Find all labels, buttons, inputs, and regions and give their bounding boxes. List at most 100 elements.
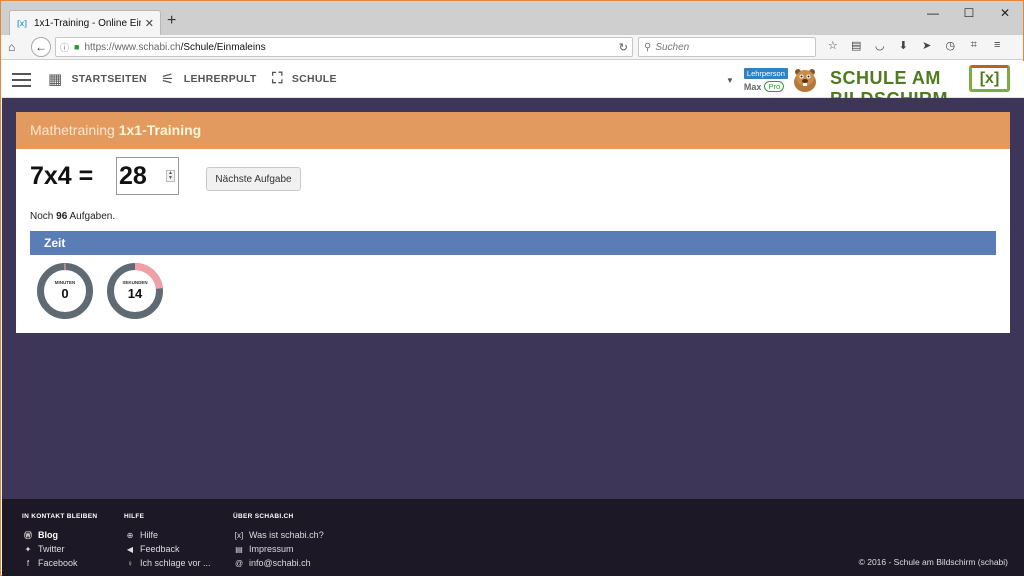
- window-controls: — ☐ ✕: [915, 1, 1023, 25]
- twitter-icon: ✦: [24, 544, 32, 554]
- navigation-bar: ⌂ ← ⓘ ■ https://www.schabi.ch/Schule/Ein…: [1, 35, 1023, 60]
- user-role-badge: Lehrperson: [743, 68, 788, 79]
- title-bar: [x] 1x1-Training - Online Einmal ✕ + — ☐…: [1, 1, 1023, 35]
- url-host: https://www.schabi.ch: [84, 41, 181, 53]
- math-equation: 7x4 =: [30, 162, 94, 190]
- footer-link-label: Twitter: [38, 544, 65, 554]
- layout-icon: ▦: [48, 71, 63, 88]
- minutes-label: MINUTEN: [54, 280, 76, 285]
- url-path: /Schule/Einmaleins: [180, 41, 266, 53]
- info-icon[interactable]: ⓘ: [60, 41, 69, 54]
- footer-link-label: Impressum: [249, 544, 294, 554]
- send-icon[interactable]: ➤: [915, 39, 939, 52]
- footer-link-facebook[interactable]: f Facebook: [22, 556, 97, 570]
- footer-link-blog[interactable]: Ⓦ Blog: [22, 528, 97, 542]
- facebook-icon: f: [26, 558, 30, 568]
- remaining-count: 96: [56, 211, 68, 222]
- card-header: Mathetraining 1x1-Training: [16, 112, 1010, 149]
- seconds-label: SEKUNDEN: [122, 280, 148, 285]
- next-task-button[interactable]: Nächste Aufgabe: [206, 167, 301, 191]
- wordpress-icon: Ⓦ: [24, 530, 32, 540]
- footer-contact: IN KONTAKT BLEIBEN Ⓦ Blog ✦ Twitter f Faceb…: [22, 513, 97, 570]
- brand-logo[interactable]: [x]: [969, 65, 1010, 92]
- lightbulb-icon: ♀: [127, 558, 133, 568]
- url-text[interactable]: https://www.schabi.ch/Schule/Einmaleins: [84, 42, 618, 53]
- site-header: ▦ STARTSEITEN ⚟ LEHRERPULT ⛶ SCHULE ▼ Le…: [2, 61, 1024, 109]
- brand-icon: [x]: [234, 530, 244, 540]
- home-icon[interactable]: ⌂: [8, 40, 15, 54]
- footer-link-label: Was ist schabi.ch?: [249, 530, 324, 540]
- plan-badge: Pro: [764, 81, 785, 92]
- search-input[interactable]: [655, 41, 796, 53]
- footer-link-label: Feedback: [140, 544, 180, 554]
- footer-link-email[interactable]: @ info@schabi.ch: [233, 556, 324, 570]
- nav-startseiten-label: STARTSEITEN: [71, 73, 147, 85]
- toolbar-icons: ☆ ▤ ◡ ⬇ ➤ ◷ ⌗ ≡: [821, 39, 1009, 52]
- star-icon[interactable]: ☆: [821, 39, 845, 52]
- minutes-value: 0: [61, 286, 69, 301]
- footer-link-twitter[interactable]: ✦ Twitter: [22, 542, 97, 556]
- training-category: Mathetraining: [30, 122, 115, 138]
- browser-tab[interactable]: [x] 1x1-Training - Online Einmal ✕: [9, 10, 161, 35]
- lamp-icon: ⚟: [161, 71, 175, 88]
- site-footer: IN KONTAKT BLEIBEN Ⓦ Blog ✦ Twitter f Faceb…: [2, 499, 1024, 576]
- chevron-down-icon: ▼: [726, 75, 734, 85]
- favicon-icon: [x]: [17, 18, 27, 28]
- nav-lehrerpult[interactable]: ⚟ LEHRERPULT: [161, 70, 257, 88]
- browser-window: [x] 1x1-Training - Online Einmal ✕ + — ☐…: [0, 0, 1024, 576]
- footer-link-label: Facebook: [38, 558, 78, 568]
- document-icon: ▤: [235, 544, 243, 554]
- close-window-icon[interactable]: ✕: [987, 1, 1023, 25]
- minimize-icon[interactable]: —: [915, 1, 951, 25]
- lock-icon: ■: [74, 42, 80, 52]
- maximize-icon[interactable]: ☐: [951, 1, 987, 25]
- nav-schule-label: SCHULE: [291, 72, 337, 85]
- back-icon[interactable]: ←: [31, 37, 51, 57]
- globe-icon: ⊕: [126, 530, 134, 540]
- footer-link-impressum[interactable]: ▤ Impressum: [233, 542, 324, 556]
- nav-schule[interactable]: ⛶ SCHULE: [272, 70, 337, 87]
- beaver-mascot-icon: [794, 69, 816, 92]
- extension-icon[interactable]: ⌗: [962, 39, 986, 52]
- hamburger-menu-icon[interactable]: [12, 73, 31, 91]
- close-tab-icon[interactable]: ✕: [145, 17, 154, 30]
- number-spinner-icon[interactable]: ▲ ▼: [166, 170, 175, 182]
- footer-link-suggest[interactable]: ♀ Ich schlage vor ...: [124, 556, 211, 570]
- footer-link-label: Blog: [38, 530, 58, 540]
- menu-icon[interactable]: ≡: [986, 39, 1010, 52]
- time-heading: Zeit: [30, 231, 996, 255]
- user-menu[interactable]: ▼ Lehrperson Max Pro: [726, 68, 788, 92]
- new-tab-icon[interactable]: +: [167, 13, 176, 29]
- footer-help: HILFE ⊕ Hilfe ◀ Feedback ♀ Ich schlage vor …: [124, 513, 211, 570]
- reload-icon[interactable]: ↻: [619, 41, 628, 54]
- at-icon: @: [234, 558, 244, 568]
- megaphone-icon: ◀: [126, 544, 134, 554]
- footer-contact-heading: IN KONTAKT BLEIBEN: [22, 513, 98, 520]
- address-bar[interactable]: ⓘ ■ https://www.schabi.ch/Schule/Einmale…: [55, 37, 633, 57]
- history-icon[interactable]: ◷: [939, 39, 963, 52]
- search-icon: ⚲: [644, 41, 652, 53]
- seconds-value: 14: [127, 286, 143, 301]
- footer-about: ÜBER SCHABI.CH [x] Was ist schabi.ch? ▤ Im…: [233, 513, 324, 570]
- footer-link-label: Hilfe: [140, 530, 159, 540]
- chart-icon: ⛶: [272, 70, 283, 87]
- footer-help-heading: HILFE: [124, 513, 145, 520]
- remaining-prefix: Noch: [30, 211, 54, 222]
- training-title: 1x1-Training: [118, 122, 202, 138]
- download-icon[interactable]: ⬇: [892, 39, 916, 52]
- user-name: Max: [743, 81, 762, 92]
- pocket-icon[interactable]: ◡: [868, 39, 892, 52]
- nav-lehrerpult-label: LEHRERPULT: [183, 73, 257, 85]
- footer-link-hilfe[interactable]: ⊕ Hilfe: [124, 528, 211, 542]
- copyright: © 2016 - Schule am Bildschirm (schabi): [858, 557, 1008, 567]
- nav-startseiten[interactable]: ▦ STARTSEITEN: [48, 70, 147, 88]
- footer-link-feedback[interactable]: ◀ Feedback: [124, 542, 211, 556]
- tab-title: 1x1-Training - Online Einmal: [34, 17, 141, 29]
- seconds-dial: SEKUNDEN 14: [106, 262, 164, 320]
- reading-list-icon[interactable]: ▤: [845, 39, 869, 52]
- search-bar[interactable]: ⚲: [638, 37, 816, 57]
- footer-link-about[interactable]: [x] Was ist schabi.ch?: [233, 528, 324, 542]
- footer-about-heading: ÜBER SCHABI.CH: [233, 513, 294, 520]
- remaining-tasks: Noch 96 Aufgaben.: [30, 211, 115, 222]
- remaining-suffix: Aufgaben.: [69, 211, 116, 222]
